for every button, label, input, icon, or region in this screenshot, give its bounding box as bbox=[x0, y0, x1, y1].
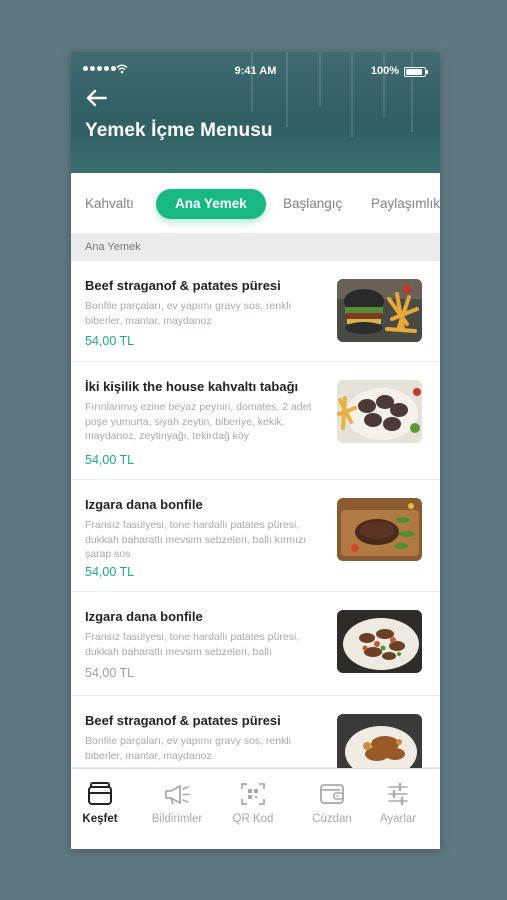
megaphone-icon bbox=[165, 785, 190, 805]
back-arrow-icon[interactable] bbox=[85, 86, 109, 110]
header-photo-detail bbox=[251, 52, 253, 112]
tab-baslangic[interactable]: Başlangıç bbox=[283, 189, 342, 219]
food-photo-meatballs bbox=[337, 380, 422, 443]
nav-ayarlar[interactable]: Ayarlar bbox=[361, 781, 435, 825]
nav-bildirimler[interactable]: Bildirimler bbox=[140, 781, 214, 825]
nav-cuzdan[interactable]: Cüzdan bbox=[295, 781, 369, 825]
menu-item[interactable]: Beef straganof & patates püresi Bonfile … bbox=[71, 696, 440, 768]
qr-scan-icon bbox=[241, 783, 265, 805]
menu-list[interactable]: Beef straganof & patates püresi Bonfile … bbox=[71, 261, 440, 768]
menu-item-name: Izgara dana bonfile bbox=[85, 609, 203, 624]
menu-item-price: 54,00 TL bbox=[85, 334, 135, 348]
food-photo-burger bbox=[337, 279, 422, 342]
category-tabs: Kahvaltı Ana Yemek Başlangıç Paylaşımlık bbox=[71, 173, 440, 233]
menu-item[interactable]: Izgara dana bonfile Fransız fasülyesi, t… bbox=[71, 592, 440, 696]
food-photo-stir-fry bbox=[337, 610, 422, 673]
menu-item-price: 54,00 TL bbox=[85, 666, 135, 680]
nav-label: Cüzdan bbox=[312, 813, 352, 825]
menu-item[interactable]: Izgara dana bonfile Fransız fasülyesi, t… bbox=[71, 480, 440, 592]
food-photo-steak bbox=[337, 498, 422, 561]
menu-item-name: Beef straganof & patates püresi bbox=[85, 713, 281, 728]
menu-item-description: Fransız fasülyesi, tone hardallı patates… bbox=[85, 519, 307, 560]
header-banner: 9:41 AM 100% Yemek İçme Menusu bbox=[71, 52, 440, 173]
battery-percent: 100% bbox=[370, 65, 399, 77]
menu-item-name: Beef straganof & patates püresi bbox=[85, 278, 281, 293]
wallet-card-icon bbox=[88, 782, 112, 805]
food-photo-beef-stroganoff bbox=[337, 714, 422, 768]
battery-icon bbox=[404, 67, 428, 77]
tab-paylasimlik[interactable]: Paylaşımlık bbox=[371, 189, 440, 219]
nav-qr-kod[interactable]: QR Kod bbox=[216, 781, 290, 825]
nav-label: Keşfet bbox=[82, 813, 118, 825]
nav-label: Ayarlar bbox=[379, 813, 417, 825]
menu-item-description: Bonfile parçaları, ev yapımı gravy sos, … bbox=[85, 735, 292, 762]
menu-item-name: Izgara dana bonfile bbox=[85, 497, 203, 512]
header-photo-detail bbox=[383, 52, 385, 117]
phone-screen: 9:41 AM 100% Yemek İçme Menusu Kahvaltı … bbox=[71, 52, 440, 849]
tab-ana-yemek[interactable]: Ana Yemek bbox=[156, 189, 266, 219]
status-bar: 9:41 AM 100% bbox=[71, 64, 440, 80]
menu-item-name: İki kişilik the house kahvaltı tabağı bbox=[85, 379, 299, 394]
wallet-icon bbox=[320, 784, 344, 804]
menu-item-description: Fırınlanmış ezine beyaz peyniri, domates… bbox=[85, 401, 312, 442]
bottom-nav: Keşfet Bildirimler QR Kod Cüzdan Ayarlar bbox=[71, 768, 440, 849]
menu-item-description: Fransız fasülyesi, tone hardallı patates… bbox=[85, 631, 300, 658]
menu-item[interactable]: İki kişilik the house kahvaltı tabağı Fı… bbox=[71, 362, 440, 480]
nav-label: QR Kod bbox=[232, 813, 274, 825]
tab-kahvalti[interactable]: Kahvaltı bbox=[85, 189, 134, 219]
menu-item-description: Bonfile parçaları, ev yapımı gravy sos, … bbox=[85, 300, 292, 327]
sliders-icon bbox=[388, 782, 408, 806]
menu-item-price: 54,00 TL bbox=[85, 565, 135, 579]
menu-item-price: 54,00 TL bbox=[85, 453, 135, 467]
menu-item[interactable]: Beef straganof & patates püresi Bonfile … bbox=[71, 261, 440, 362]
nav-label: Bildirimler bbox=[151, 813, 203, 825]
page-title: Yemek İçme Menusu bbox=[85, 120, 273, 141]
section-header: Ana Yemek bbox=[71, 233, 440, 261]
nav-kesfet[interactable]: Keşfet bbox=[71, 781, 137, 825]
